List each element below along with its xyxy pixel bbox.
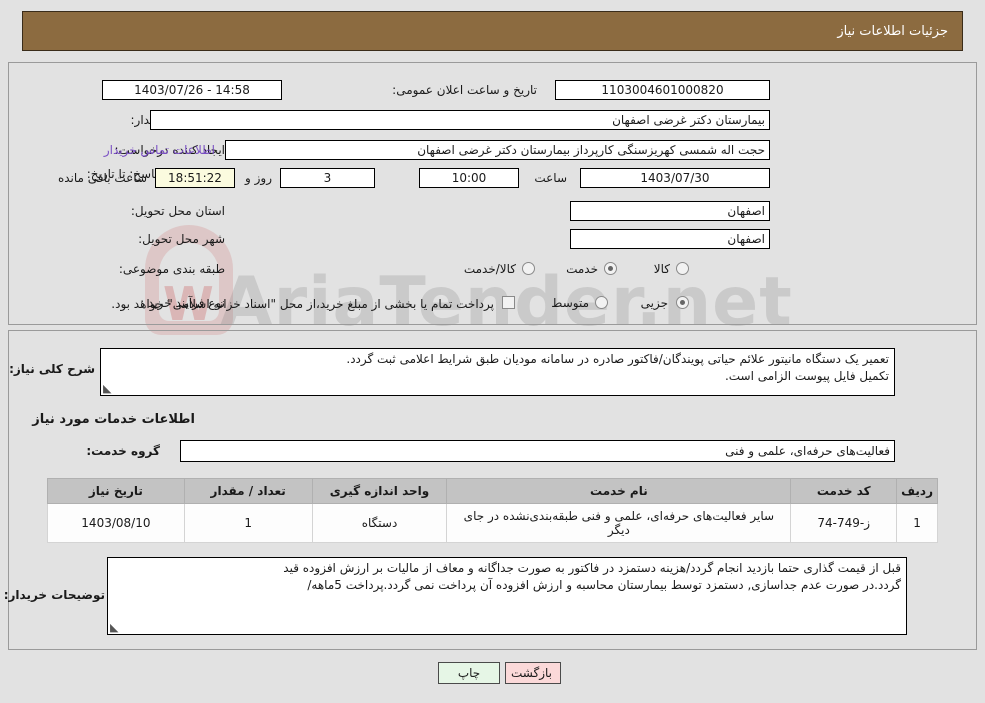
remaining-days-unit: روز و — [245, 171, 272, 185]
description-line-1: تعمیر یک دستگاه مانیتور علائم حیاتی پوین… — [346, 352, 889, 366]
radio-process-motavaset-label: متوسط — [551, 296, 589, 310]
province-value: اصفهان — [570, 201, 770, 221]
services-section-title: اطلاعات خدمات مورد نیاز — [32, 412, 195, 427]
radio-category-kala[interactable] — [676, 262, 689, 275]
city-label: شهر محل تحویل: — [138, 232, 225, 246]
back-button[interactable]: بازگشت — [505, 662, 561, 684]
service-group-label: گروه خدمت: — [86, 444, 160, 458]
cell-qty: 1 — [183, 503, 313, 543]
countdown-unit: ساعت باقی مانده — [57, 171, 147, 185]
col-radif: ردیف — [896, 478, 938, 504]
buyer-notes-label: توضیحات خریدار: — [3, 588, 105, 602]
buyer-notes-line-2: گردد.در صورت عدم جداسازی, دستمزد توسط بی… — [307, 578, 901, 592]
col-code: کد خدمت — [790, 478, 898, 504]
cell-date: 1403/08/10 — [47, 503, 185, 543]
radio-category-kala-khedmat[interactable] — [522, 262, 535, 275]
description-line-2: تکمیل فایل پیوست الزامی است. — [724, 369, 889, 383]
page-title-text: جزئیات اطلاعات نیاز — [837, 23, 948, 39]
resize-grip-icon[interactable]: ◢ — [103, 382, 113, 395]
buyer-org-value: بیمارستان دکتر غرضی اصفهان — [150, 110, 770, 130]
radio-process-jozei[interactable] — [676, 296, 689, 309]
cell-unit: دستگاه — [311, 503, 448, 543]
col-unit: واحد اندازه گیری — [311, 478, 448, 504]
tender-details-page: W AriaTender.net جزئیات اطلاعات نیاز شما… — [0, 0, 985, 703]
remaining-days-value: 3 — [280, 168, 375, 188]
col-date: تاریخ نیاز — [47, 478, 185, 504]
city-value: اصفهان — [570, 229, 770, 249]
cell-radif: 1 — [896, 503, 938, 543]
cell-code: ز-749-74 — [790, 503, 898, 543]
need-info-panel — [8, 62, 977, 325]
deadline-date-value: 1403/07/30 — [580, 168, 770, 188]
radio-category-khedmat[interactable] — [604, 262, 617, 275]
need-number-value: 1103004601000820 — [555, 80, 770, 100]
treasury-bond-note: پرداخت تمام یا بخشی از مبلغ خرید،از محل … — [111, 297, 494, 311]
radio-category-kala-khedmat-label: کالا/خدمت — [463, 262, 516, 276]
announce-datetime-label: تاریخ و ساعت اعلان عمومی: — [392, 83, 537, 97]
province-label: استان محل تحویل: — [130, 204, 225, 218]
services-table: ردیف کد خدمت نام خدمت واحد اندازه گیری ت… — [47, 478, 938, 543]
radio-process-motavaset[interactable] — [595, 296, 608, 309]
announce-datetime-value: 14:58 - 1403/07/26 — [102, 80, 282, 100]
radio-process-jozei-label: جزیی — [640, 296, 668, 310]
service-group-value: فعالیت‌های حرفه‌ای، علمی و فنی — [180, 440, 895, 462]
col-qty: تعداد / مقدار — [183, 478, 313, 504]
radio-category-kala-label: کالا — [653, 262, 670, 276]
deadline-time-value: 10:00 — [419, 168, 519, 188]
requester-value: حجت اله شمسی کهریزسنگی کارپرداز بیمارستا… — [225, 140, 770, 160]
category-label: طبقه بندی موضوعی: — [118, 262, 225, 276]
buyer-notes-line-1: قبل از قیمت گذاری حتما بازدید انجام گردد… — [283, 561, 901, 575]
treasury-bond-checkbox[interactable] — [502, 296, 515, 309]
countdown-value: 18:51:22 — [155, 168, 235, 188]
print-button[interactable]: چاپ — [438, 662, 500, 684]
radio-category-khedmat-label: خدمت — [566, 262, 598, 276]
page-title: جزئیات اطلاعات نیاز — [22, 11, 963, 51]
buyer-notes-textarea[interactable]: قبل از قیمت گذاری حتما بازدید انجام گردد… — [107, 557, 907, 635]
table-header-row: ردیف کد خدمت نام خدمت واحد اندازه گیری ت… — [47, 478, 938, 504]
cell-name: سایر فعالیت‌های حرفه‌ای، علمی و فنی طبقه… — [446, 503, 792, 543]
description-label: شرح کلی نیاز: — [9, 362, 95, 376]
table-row: 1 ز-749-74 سایر فعالیت‌های حرفه‌ای، علمی… — [47, 503, 938, 543]
deadline-hour-label: ساعت — [534, 171, 567, 185]
description-textarea[interactable]: تعمیر یک دستگاه مانیتور علائم حیاتی پوین… — [100, 348, 895, 396]
resize-grip-icon-2[interactable]: ◢ — [110, 621, 120, 634]
col-name: نام خدمت — [446, 478, 792, 504]
buyer-contact-link[interactable]: اطلاعات تماس خریدار — [104, 143, 215, 157]
